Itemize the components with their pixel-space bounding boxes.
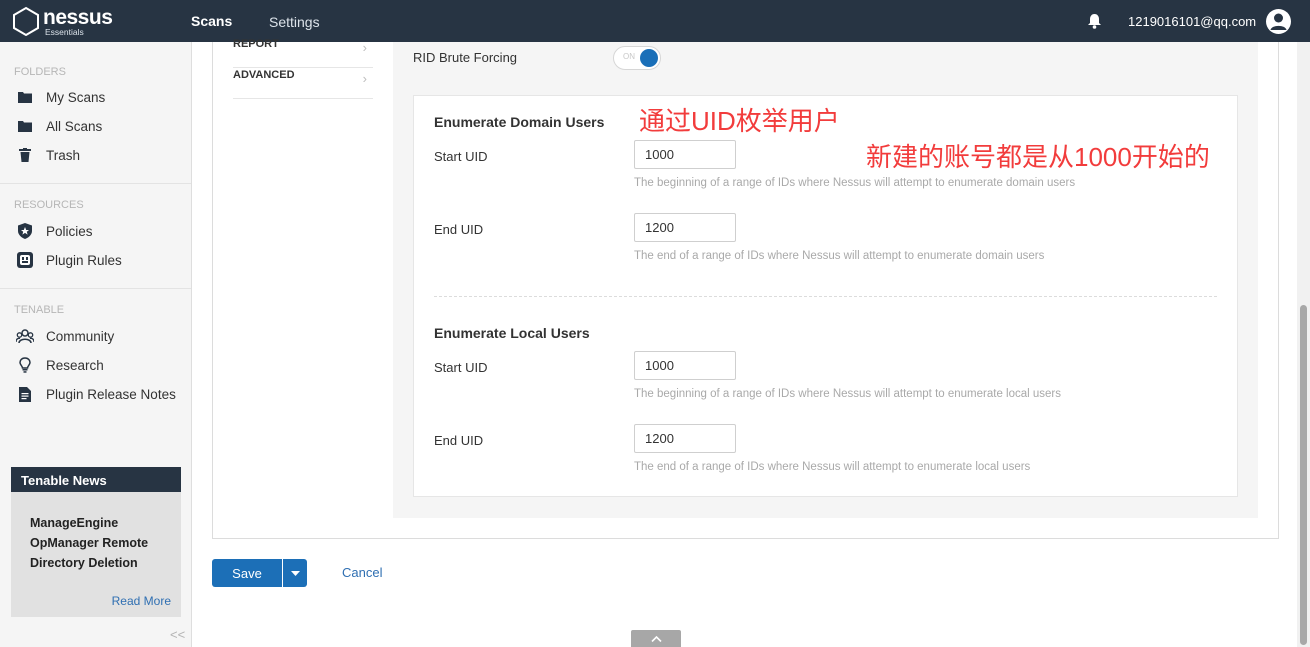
sidebar-item-community[interactable]: Community	[14, 324, 184, 348]
scrollbar-thumb[interactable]	[1300, 305, 1307, 645]
sidebar-item-label: Plugin Release Notes	[46, 386, 176, 402]
sidebar-item-research[interactable]: Research	[14, 353, 184, 377]
rid-brute-forcing-toggle[interactable]: ON	[613, 46, 661, 70]
local-end-uid-input[interactable]	[634, 424, 736, 453]
user-icon[interactable]	[1266, 9, 1291, 34]
local-start-uid-input[interactable]	[634, 351, 736, 380]
news-headline-line: ManageEngine	[30, 516, 119, 530]
divider	[0, 183, 191, 184]
resources-heading: RESOURCES	[14, 199, 84, 211]
toggle-text: ON	[623, 52, 635, 61]
document-icon	[16, 385, 34, 403]
subnav-report[interactable]: REPORT ›	[233, 38, 373, 68]
chevron-up-icon	[650, 635, 662, 642]
hexagon-logo-icon	[13, 6, 39, 36]
domain-start-uid-help: The beginning of a range of IDs where Ne…	[634, 177, 1076, 189]
scroll-to-top-button[interactable]	[631, 630, 681, 647]
chevron-right-icon: ›	[362, 71, 367, 86]
subnav-label: REPORT	[233, 38, 279, 50]
local-start-uid-help: The beginning of a range of IDs where Ne…	[634, 388, 1061, 400]
local-start-uid-label: Start UID	[434, 360, 488, 375]
tenable-heading: TENABLE	[14, 304, 65, 316]
sidebar-item-label: My Scans	[46, 89, 106, 105]
page-scrollbar[interactable]	[1297, 42, 1310, 647]
save-button[interactable]: Save	[212, 559, 282, 587]
sidebar-item-my-scans[interactable]: My Scans	[14, 85, 184, 109]
folder-icon	[16, 88, 34, 106]
read-more-link[interactable]: Read More	[112, 594, 171, 608]
domain-end-uid-input[interactable]	[634, 213, 736, 242]
toggle-knob	[640, 49, 658, 67]
nav-scans[interactable]: Scans	[191, 13, 232, 29]
sidebar-item-all-scans[interactable]: All Scans	[14, 114, 184, 138]
caret-down-icon	[290, 570, 300, 576]
sidebar-item-label: Plugin Rules	[46, 252, 122, 268]
folder-icon	[16, 117, 34, 135]
people-icon	[16, 327, 34, 345]
news-headline[interactable]: ManageEngine OpManager Remote Directory …	[11, 492, 181, 573]
sidebar-item-label: Community	[46, 328, 115, 344]
nav-settings[interactable]: Settings	[269, 14, 320, 30]
sidebar-item-label: Research	[46, 357, 104, 373]
sidebar-item-label: All Scans	[46, 118, 103, 134]
sidebar-item-plugin-rules[interactable]: Plugin Rules	[14, 248, 184, 272]
user-avatar-icon	[1270, 13, 1287, 30]
plug-icon	[16, 251, 34, 269]
save-options-dropdown[interactable]	[283, 559, 307, 587]
divider	[0, 288, 191, 289]
domain-start-uid-input[interactable]	[634, 140, 736, 169]
subnav-label: ADVANCED	[233, 69, 295, 81]
sidebar-item-plugin-release-notes[interactable]: Plugin Release Notes	[14, 382, 184, 406]
sidebar-item-trash[interactable]: Trash	[14, 143, 184, 167]
section-divider	[434, 296, 1217, 297]
domain-start-uid-label: Start UID	[434, 149, 488, 164]
shield-star-icon	[16, 222, 34, 240]
annotation-accounts-start-at-1000: 新建的账号都是从1000开始的	[866, 142, 1210, 172]
local-users-title: Enumerate Local Users	[434, 325, 590, 341]
sidebar-item-label: Trash	[46, 147, 81, 163]
chevron-right-icon: ›	[362, 40, 367, 55]
trash-icon	[16, 146, 34, 164]
local-end-uid-help: The end of a range of IDs where Nessus w…	[634, 461, 1031, 473]
news-title: Tenable News	[11, 467, 181, 492]
lightbulb-icon	[16, 356, 34, 374]
logo-subtitle: Essentials	[45, 27, 84, 37]
folders-heading: FOLDERS	[14, 66, 66, 78]
annotation-enumerate-by-uid: 通过UID枚举用户	[639, 106, 840, 136]
domain-end-uid-label: End UID	[434, 222, 484, 237]
bell-icon[interactable]	[1087, 13, 1102, 29]
top-bar: nessus Essentials Scans Settings 1219016…	[0, 0, 1310, 42]
domain-users-title: Enumerate Domain Users	[434, 114, 605, 130]
sidebar-item-label: Policies	[46, 223, 93, 239]
news-headline-line: OpManager Remote	[30, 536, 149, 550]
rid-brute-forcing-label: RID Brute Forcing	[413, 50, 518, 65]
sidebar: FOLDERS My Scans All Scans Trash RESOURC…	[0, 42, 192, 647]
domain-end-uid-help: The end of a range of IDs where Nessus w…	[634, 250, 1045, 262]
sidebar-item-policies[interactable]: Policies	[14, 219, 184, 243]
news-headline-line: Directory Deletion	[30, 556, 138, 570]
collapse-sidebar-icon[interactable]: <<	[170, 627, 185, 642]
nessus-logo[interactable]: nessus Essentials	[12, 5, 122, 37]
subnav-advanced[interactable]: ADVANCED ›	[233, 69, 373, 99]
local-end-uid-label: End UID	[434, 433, 484, 448]
tenable-news-widget: Tenable News ManageEngine OpManager Remo…	[11, 467, 181, 617]
cancel-link[interactable]: Cancel	[342, 565, 382, 580]
user-email[interactable]: 1219016101@qq.com	[1128, 14, 1256, 29]
